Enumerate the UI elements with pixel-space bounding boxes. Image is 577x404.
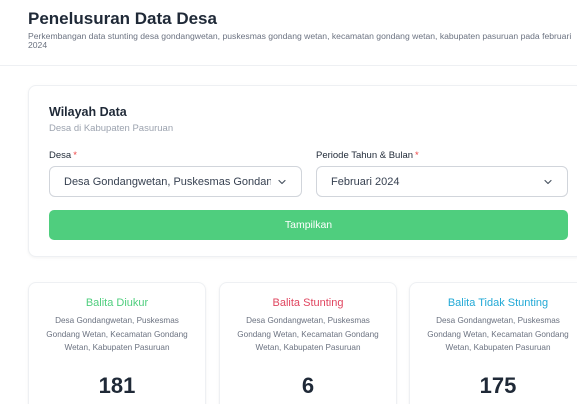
desa-select-value: Desa Gondangwetan, Puskesmas Gondan... bbox=[64, 175, 271, 188]
stat-title: Balita Tidak Stunting bbox=[447, 297, 549, 309]
filter-card-subtitle: Desa di Kabupaten Pasuruan bbox=[49, 123, 174, 134]
stat-title: Balita Stunting bbox=[272, 297, 344, 309]
stat-card-balita-stunting: Balita Stunting Desa Gondangwetan, Puske… bbox=[219, 282, 397, 404]
stat-description: Desa Gondangwetan, Puskesmas Gondang Wet… bbox=[427, 316, 569, 352]
periode-label: Periode Tahun & Bulan * bbox=[316, 150, 419, 161]
stat-card-balita-tidak-stunting: Balita Tidak Stunting Desa Gondangwetan,… bbox=[409, 282, 577, 404]
required-mark: * bbox=[73, 150, 77, 161]
periode-select[interactable]: Februari 2024 bbox=[316, 166, 568, 197]
required-mark: * bbox=[415, 150, 419, 161]
chevron-down-icon bbox=[278, 179, 286, 184]
filter-card: Wilayah Data Desa di Kabupaten Pasuruan … bbox=[28, 85, 577, 257]
desa-label: Desa * bbox=[49, 150, 77, 161]
tampilkan-button[interactable]: Tampilkan bbox=[49, 210, 568, 240]
page-title: Penelusuran Data Desa bbox=[28, 9, 217, 28]
page-subtitle: Perkembangan data stunting desa gondangw… bbox=[28, 31, 572, 50]
stat-description: Desa Gondangwetan, Puskesmas Gondang Wet… bbox=[237, 316, 379, 352]
periode-label-text: Periode Tahun & Bulan bbox=[316, 150, 414, 161]
chevron-down-icon bbox=[544, 179, 552, 184]
stat-value: 175 bbox=[479, 373, 517, 398]
stat-title: Balita Diukur bbox=[85, 297, 149, 309]
desa-select[interactable]: Desa Gondangwetan, Puskesmas Gondan... bbox=[49, 166, 302, 197]
periode-select-value: Februari 2024 bbox=[331, 175, 400, 188]
stat-card-balita-diukur: Balita Diukur Desa Gondangwetan, Puskesm… bbox=[28, 282, 206, 404]
stat-value: 181 bbox=[98, 373, 136, 398]
page-header: Penelusuran Data Desa Perkembangan data … bbox=[0, 0, 577, 66]
desa-label-text: Desa bbox=[49, 150, 72, 161]
stat-description: Desa Gondangwetan, Puskesmas Gondang Wet… bbox=[46, 316, 188, 352]
filter-card-title: Wilayah Data bbox=[49, 105, 127, 119]
stat-value: 6 bbox=[301, 373, 315, 398]
